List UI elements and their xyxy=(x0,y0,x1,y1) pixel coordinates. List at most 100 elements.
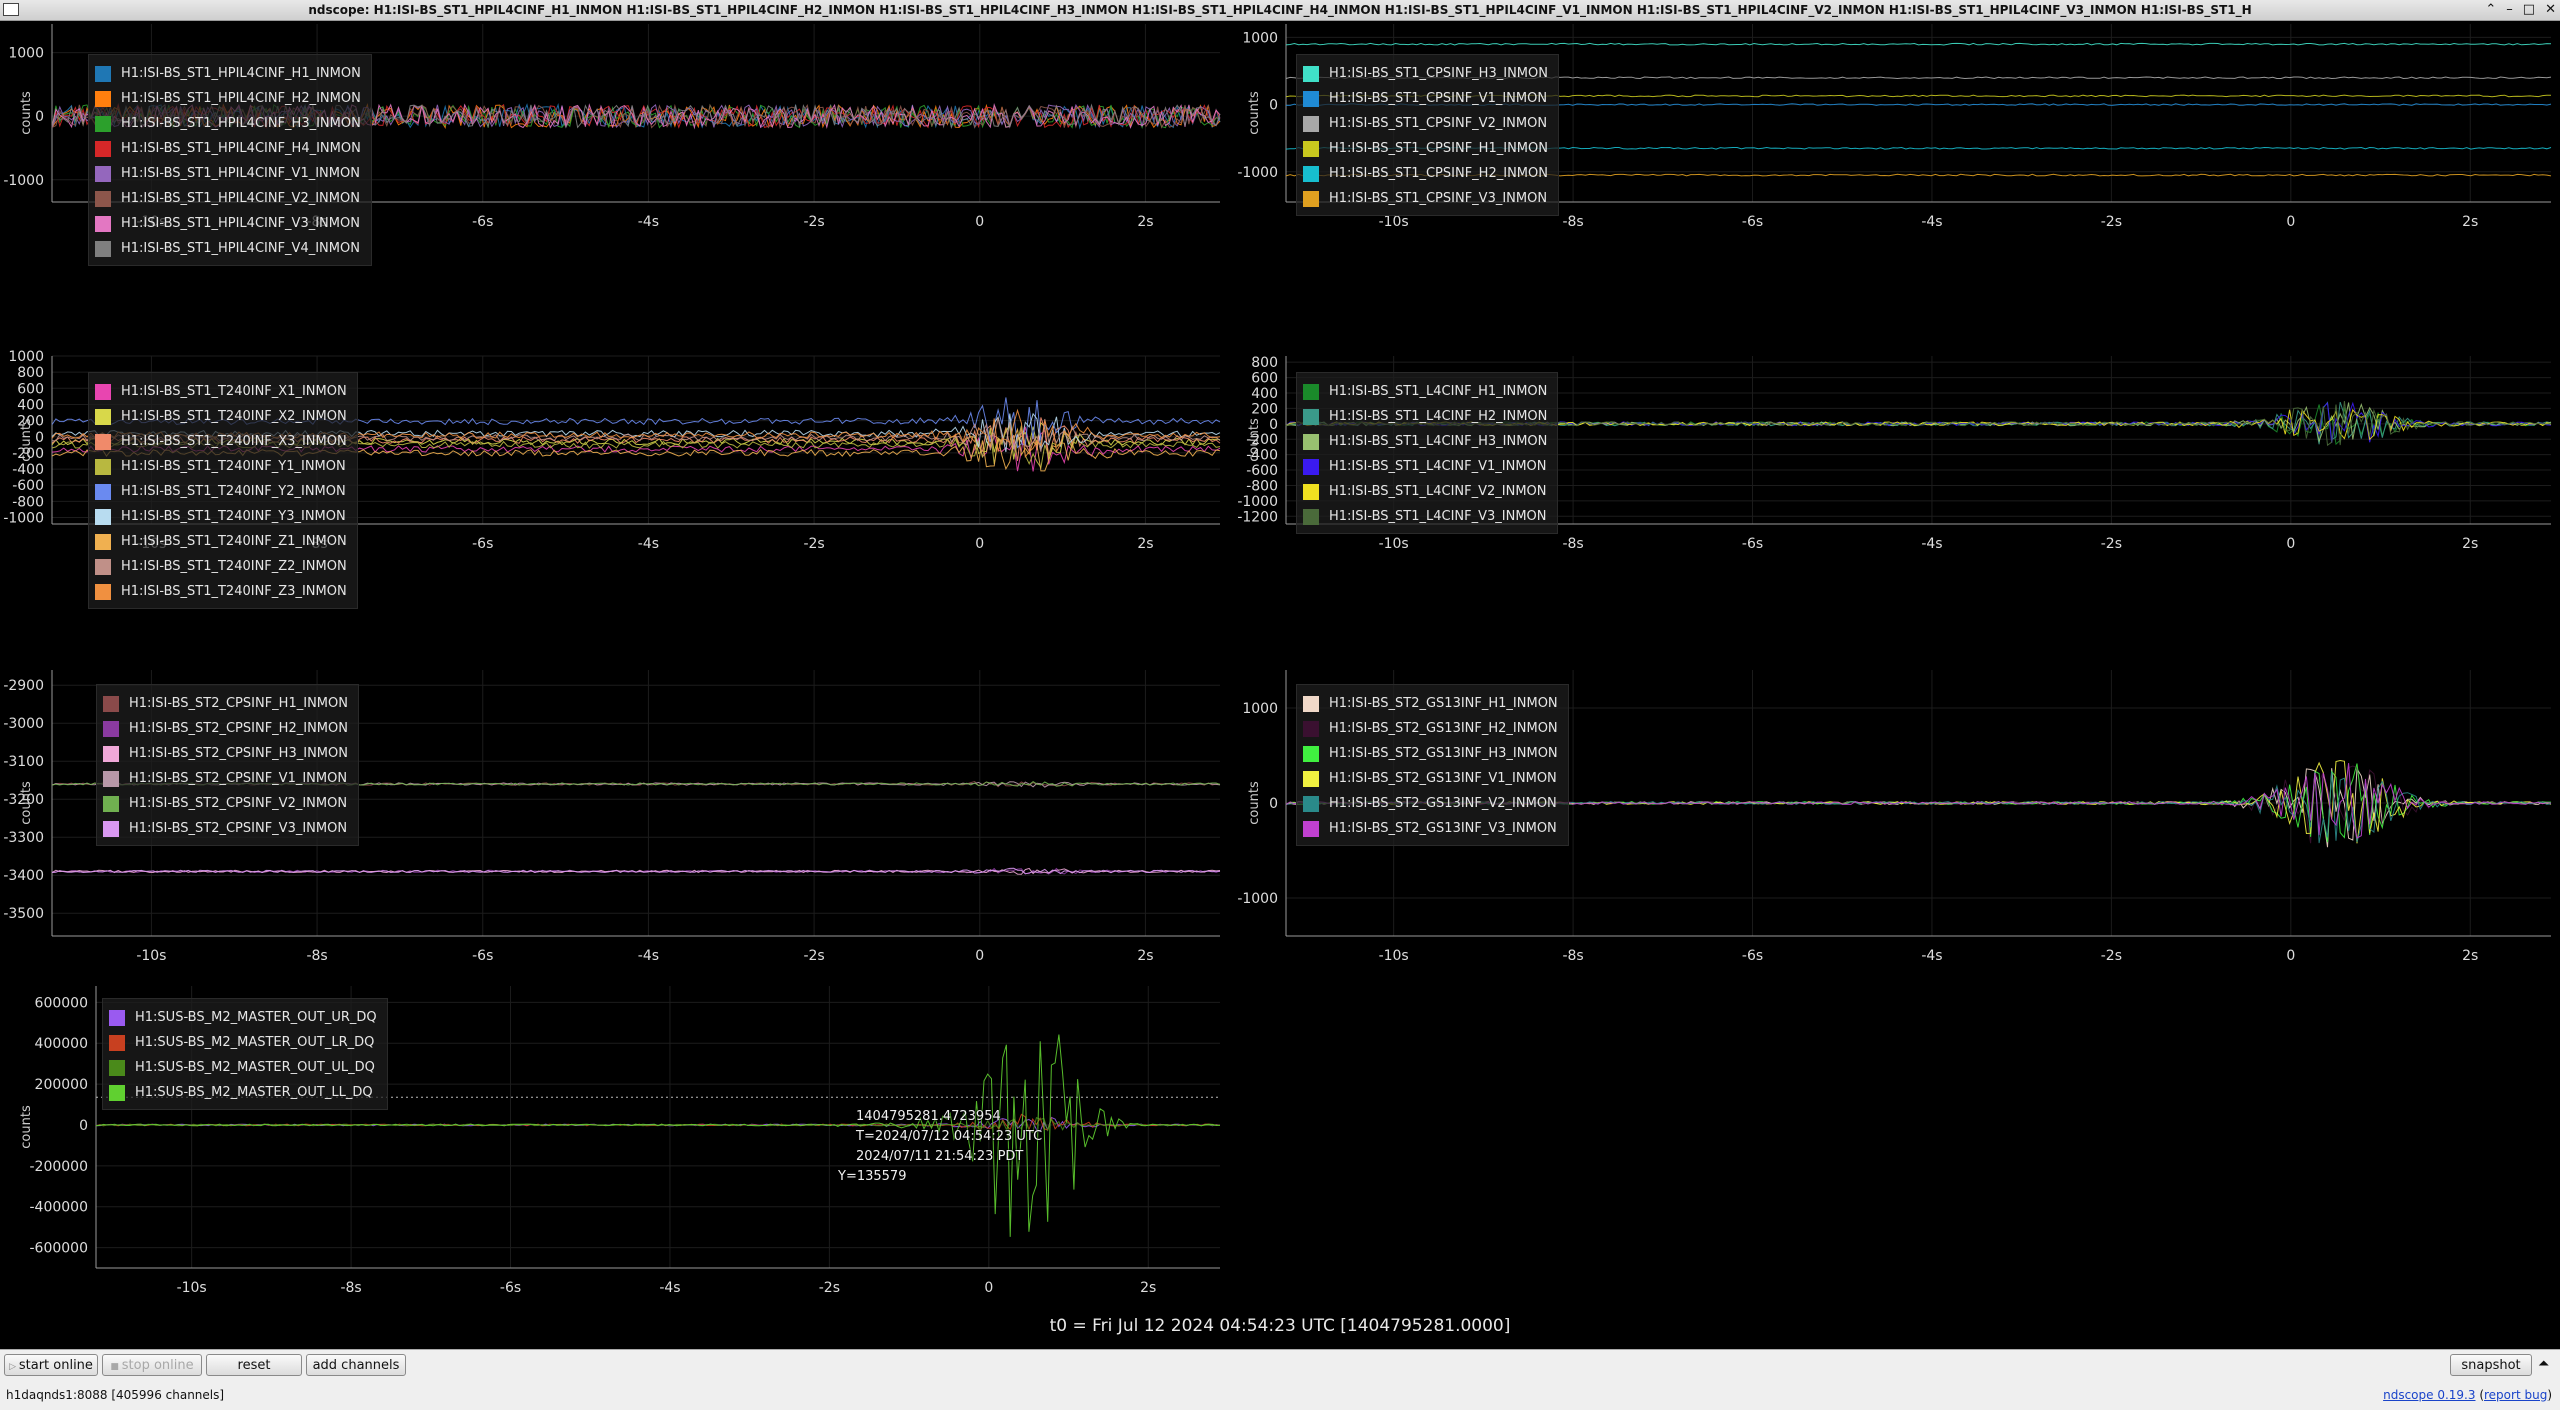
legend-item[interactable]: H1:ISI-BS_ST1_HPIL4CINF_V2_INMON xyxy=(95,186,361,211)
legend-item[interactable]: H1:SUS-BS_M2_MASTER_OUT_LL_DQ xyxy=(109,1080,377,1105)
legend-item[interactable]: H1:ISI-BS_ST2_CPSINF_H1_INMON xyxy=(103,691,348,716)
shade-button[interactable]: ⌃ xyxy=(2485,0,2496,20)
legend-item[interactable]: H1:ISI-BS_ST1_HPIL4CINF_V3_INMON xyxy=(95,211,361,236)
window-title: ndscope: H1:ISI-BS_ST1_HPIL4CINF_H1_INMO… xyxy=(308,3,2252,17)
legend-label: H1:ISI-BS_ST1_L4CINF_H2_INMON xyxy=(1329,409,1548,424)
legend-label: H1:ISI-BS_ST1_T240INF_Z1_INMON xyxy=(121,534,347,549)
x-tick-label: -2s xyxy=(819,1280,840,1296)
y-axis-label: counts xyxy=(19,418,34,462)
y-tick-label: -2900 xyxy=(3,678,44,694)
expand-icon[interactable]: ⏶ xyxy=(2538,1356,2549,1372)
legend-swatch xyxy=(95,508,111,525)
legend-swatch xyxy=(109,1059,125,1076)
legend-item[interactable]: H1:ISI-BS_ST2_GS13INF_H1_INMON xyxy=(1303,691,1558,716)
plot-t240inf[interactable]: -10s-8s-6s-4s-2s02s10008006004002000-200… xyxy=(0,349,1225,668)
plot-l4cinf[interactable]: -10s -8s -6s -4s -2s 0 2s 800 600 400 200 0 -200 -400… xyxy=(1228,354,2560,668)
plot-hpil4cinf[interactable]: -10s-8s-6s-4s-2s02s10000-1000countsH1:IS… xyxy=(0,22,1225,354)
reset-button[interactable]: reset xyxy=(206,1354,302,1376)
legend-item[interactable]: H1:ISI-BS_ST1_L4CINF_V2_INMON xyxy=(1303,479,1547,504)
legend-item[interactable]: H1:ISI-BS_ST1_L4CINF_V1_INMON xyxy=(1303,454,1547,479)
legend-item[interactable]: H1:ISI-BS_ST1_HPIL4CINF_H4_INMON xyxy=(95,136,361,161)
legend-label: H1:ISI-BS_ST2_CPSINF_V2_INMON xyxy=(129,796,348,811)
legend-item[interactable]: H1:ISI-BS_ST1_CPSINF_H1_INMON xyxy=(1303,136,1548,161)
legend-item[interactable]: H1:ISI-BS_ST1_CPSINF_V3_INMON xyxy=(1303,186,1548,211)
legend-item[interactable]: H1:ISI-BS_ST2_GS13INF_V3_INMON xyxy=(1303,816,1558,841)
legend-item[interactable]: H1:ISI-BS_ST2_GS13INF_H2_INMON xyxy=(1303,716,1558,741)
legend-swatch xyxy=(103,820,119,837)
legend-item[interactable]: H1:ISI-BS_ST1_HPIL4CINF_V1_INMON xyxy=(95,161,361,186)
legend-label: H1:ISI-BS_ST1_CPSINF_V1_INMON xyxy=(1329,91,1548,106)
y-tick-label: 1000 xyxy=(1242,701,1278,717)
x-tick-label: -10s xyxy=(1379,214,1409,230)
legend-label: H1:ISI-BS_ST1_T240INF_Z2_INMON xyxy=(121,559,347,574)
x-tick-label: -10s xyxy=(177,1280,207,1296)
legend-item[interactable]: H1:ISI-BS_ST1_CPSINF_H3_INMON xyxy=(1303,61,1548,86)
legend-item[interactable]: H1:ISI-BS_ST2_CPSINF_V2_INMON xyxy=(103,791,348,816)
legend-swatch xyxy=(1303,720,1319,737)
x-tick-label: -6s xyxy=(472,948,493,964)
legend-item[interactable]: H1:ISI-BS_ST2_GS13INF_V1_INMON xyxy=(1303,766,1558,791)
legend-swatch xyxy=(103,795,119,812)
legend-item[interactable]: H1:ISI-BS_ST1_T240INF_Y1_INMON xyxy=(95,454,347,479)
legend-label: H1:ISI-BS_ST1_CPSINF_V2_INMON xyxy=(1329,116,1548,131)
start-online-button[interactable]: ▷ start online xyxy=(4,1354,98,1376)
legend-item[interactable]: H1:ISI-BS_ST2_CPSINF_H3_INMON xyxy=(103,741,348,766)
legend-item[interactable]: H1:ISI-BS_ST1_L4CINF_H3_INMON xyxy=(1303,429,1547,454)
legend-item[interactable]: H1:ISI-BS_ST1_T240INF_Z1_INMON xyxy=(95,529,347,554)
report-bug-link[interactable]: report bug xyxy=(2484,1388,2547,1402)
legend-item[interactable]: H1:ISI-BS_ST1_HPIL4CINF_H1_INMON xyxy=(95,61,361,86)
add-channels-button[interactable]: add channels xyxy=(306,1354,406,1376)
legend-label: H1:ISI-BS_ST1_CPSINF_H1_INMON xyxy=(1329,141,1548,156)
legend-item[interactable]: H1:ISI-BS_ST1_L4CINF_H2_INMON xyxy=(1303,404,1547,429)
legend-label: H1:ISI-BS_ST1_CPSINF_H3_INMON xyxy=(1329,66,1548,81)
legend-label: H1:ISI-BS_ST2_CPSINF_H2_INMON xyxy=(129,721,348,736)
x-tick-label: -6s xyxy=(472,214,493,230)
legend-item[interactable]: H1:ISI-BS_ST1_L4CINF_H1_INMON xyxy=(1303,379,1547,404)
close-button[interactable]: ✕ xyxy=(2545,0,2556,20)
y-tick-label: -600 xyxy=(1246,463,1278,479)
legend-item[interactable]: H1:ISI-BS_ST1_T240INF_Z2_INMON xyxy=(95,554,347,579)
version-link[interactable]: ndscope 0.19.3 xyxy=(2383,1388,2475,1402)
plot-st1-cpsinf[interactable]: -10s -8s -6s -4s -2s 0 2s 1000 0 -1000 counts H1:IS… xyxy=(1228,22,2560,354)
legend-item[interactable]: H1:ISI-BS_ST2_CPSINF_V1_INMON xyxy=(103,766,348,791)
legend-item[interactable]: H1:SUS-BS_M2_MASTER_OUT_LR_DQ xyxy=(109,1030,377,1055)
plot-st2-cpsinf[interactable]: -10s -8s -6s -4s -2s 0 2s -2900 -3000 -3100 -3200-… xyxy=(0,668,1225,984)
legend-item[interactable]: H1:ISI-BS_ST2_CPSINF_V3_INMON xyxy=(103,816,348,841)
y-tick-label: 600000 xyxy=(35,995,88,1011)
legend-item[interactable]: H1:ISI-BS_ST2_GS13INF_H3_INMON xyxy=(1303,741,1558,766)
legend-item[interactable]: H1:ISI-BS_ST1_HPIL4CINF_V4_INMON xyxy=(95,236,361,261)
legend-item[interactable]: H1:ISI-BS_ST1_CPSINF_V2_INMON xyxy=(1303,111,1548,136)
start-online-label: start online xyxy=(18,1358,93,1373)
legend-item[interactable]: H1:ISI-BS_ST1_CPSINF_H2_INMON xyxy=(1303,161,1548,186)
x-tick-label: -8s xyxy=(1562,536,1583,552)
legend-item[interactable]: H1:ISI-BS_ST1_T240INF_Z3_INMON xyxy=(95,579,347,604)
legend-item[interactable]: H1:ISI-BS_ST2_CPSINF_H2_INMON xyxy=(103,716,348,741)
legend-item[interactable]: H1:ISI-BS_ST1_T240INF_X1_INMON xyxy=(95,379,347,404)
y-axis-label: counts xyxy=(1247,781,1262,825)
legend-item[interactable]: H1:ISI-BS_ST1_HPIL4CINF_H3_INMON xyxy=(95,111,361,136)
legend-item[interactable]: H1:ISI-BS_ST1_T240INF_Y2_INMON xyxy=(95,479,347,504)
legend-item[interactable]: H1:SUS-BS_M2_MASTER_OUT_UL_DQ xyxy=(109,1055,377,1080)
legend-label: H1:ISI-BS_ST1_T240INF_X1_INMON xyxy=(121,384,347,399)
legend-item[interactable]: H1:ISI-BS_ST2_GS13INF_V2_INMON xyxy=(1303,791,1558,816)
x-tick-label: 2s xyxy=(1137,948,1153,964)
stop-online-button[interactable]: ■ stop online xyxy=(102,1354,202,1376)
version-status: ndscope 0.19.3 (report bug) xyxy=(2383,1388,2552,1402)
minimize-button[interactable]: – xyxy=(2506,0,2513,20)
y-tick-label: 0 xyxy=(1269,417,1278,433)
legend-item[interactable]: H1:ISI-BS_ST1_T240INF_Y3_INMON xyxy=(95,504,347,529)
legend-swatch xyxy=(95,483,111,500)
snapshot-button[interactable]: snapshot xyxy=(2450,1354,2532,1376)
legend-label: H1:ISI-BS_ST1_HPIL4CINF_H4_INMON xyxy=(121,141,361,156)
maximize-button[interactable]: □ xyxy=(2523,0,2535,20)
x-tick-label: 0 xyxy=(975,536,984,552)
legend-item[interactable]: H1:ISI-BS_ST1_T240INF_X3_INMON xyxy=(95,429,347,454)
legend-item[interactable]: H1:SUS-BS_M2_MASTER_OUT_UR_DQ xyxy=(109,1005,377,1030)
plot-gs13inf[interactable]: -10s -8s -6s -4s -2s 0 2s 1000 0 -1000 counts H1:IS… xyxy=(1228,668,2560,984)
legend-item[interactable]: H1:ISI-BS_ST1_CPSINF_V1_INMON xyxy=(1303,86,1548,111)
legend-item[interactable]: H1:ISI-BS_ST1_T240INF_X2_INMON xyxy=(95,404,347,429)
legend-item[interactable]: H1:ISI-BS_ST1_L4CINF_V3_INMON xyxy=(1303,504,1547,529)
x-tick-label: -2s xyxy=(803,214,824,230)
legend-item[interactable]: H1:ISI-BS_ST1_HPIL4CINF_H2_INMON xyxy=(95,86,361,111)
x-tick-label: 0 xyxy=(2286,948,2295,964)
